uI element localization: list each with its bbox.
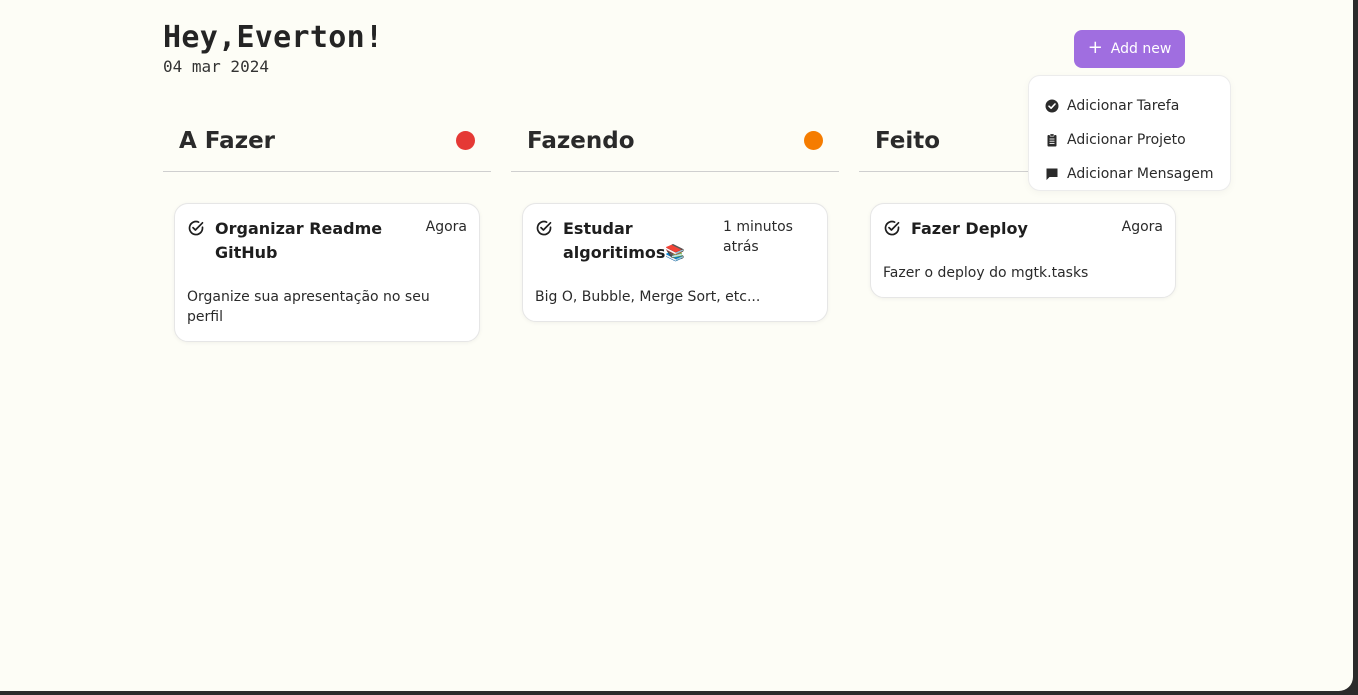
column-title: Feito	[875, 127, 941, 154]
plus-icon: +	[1087, 37, 1103, 58]
app-window: Hey,Everton! 04 mar 2024 + Add new Adici…	[0, 0, 1353, 691]
card-description: Big O, Bubble, Merge Sort, etc...	[535, 289, 761, 305]
card-description: Organize sua apresentação no seu perfil	[187, 289, 430, 325]
current-date: 04 mar 2024	[163, 57, 269, 76]
card-time: Agora	[1121, 219, 1163, 235]
status-dot	[456, 131, 475, 150]
task-card[interactable]: Estudar algoritimos📚 1 minutos atrás Big…	[522, 203, 828, 322]
card-title: Organizar Readme GitHub	[215, 219, 383, 262]
check-circle-outline-icon	[536, 220, 552, 236]
status-dot	[804, 131, 823, 150]
menu-item-label: Adicionar Projeto	[1067, 132, 1186, 148]
column-header: A Fazer	[163, 110, 491, 172]
card-time: Agora	[425, 219, 467, 235]
add-new-menu: Adicionar Tarefa Adicionar Projeto Adici…	[1028, 75, 1231, 191]
menu-item-add-message[interactable]: Adicionar Mensagem	[1029, 157, 1230, 191]
add-new-label: Add new	[1110, 41, 1172, 57]
card-time: 1 minutos atrás	[723, 219, 793, 255]
menu-item-add-task[interactable]: Adicionar Tarefa	[1029, 89, 1230, 123]
card-title: Estudar algoritimos📚	[563, 219, 686, 262]
check-circle-outline-icon	[188, 220, 204, 236]
task-card[interactable]: Fazer Deploy Agora Fazer o deploy do mgt…	[870, 203, 1176, 298]
check-circle-outline-icon	[884, 220, 900, 236]
column-title: Fazendo	[527, 127, 635, 154]
clipboard-icon	[1047, 133, 1057, 147]
menu-item-add-project[interactable]: Adicionar Projeto	[1029, 123, 1230, 157]
check-circle-icon	[1045, 99, 1059, 113]
task-card[interactable]: Organizar Readme GitHub Agora Organize s…	[174, 203, 480, 342]
card-title: Fazer Deploy	[911, 219, 1028, 238]
card-description: Fazer o deploy do mgtk.tasks	[883, 265, 1089, 281]
column-fazendo: Fazendo Estudar algoritimos📚 1 minutos a…	[511, 110, 839, 322]
column-header: Fazendo	[511, 110, 839, 172]
column-a-fazer: A Fazer Organizar Readme GitHub Agora Or…	[163, 110, 491, 342]
add-new-button[interactable]: + Add new	[1074, 30, 1185, 68]
greeting-title: Hey,Everton!	[163, 20, 384, 55]
menu-item-label: Adicionar Tarefa	[1067, 98, 1180, 114]
column-title: A Fazer	[179, 127, 276, 154]
menu-item-label: Adicionar Mensagem	[1067, 166, 1214, 182]
message-icon	[1046, 168, 1058, 180]
